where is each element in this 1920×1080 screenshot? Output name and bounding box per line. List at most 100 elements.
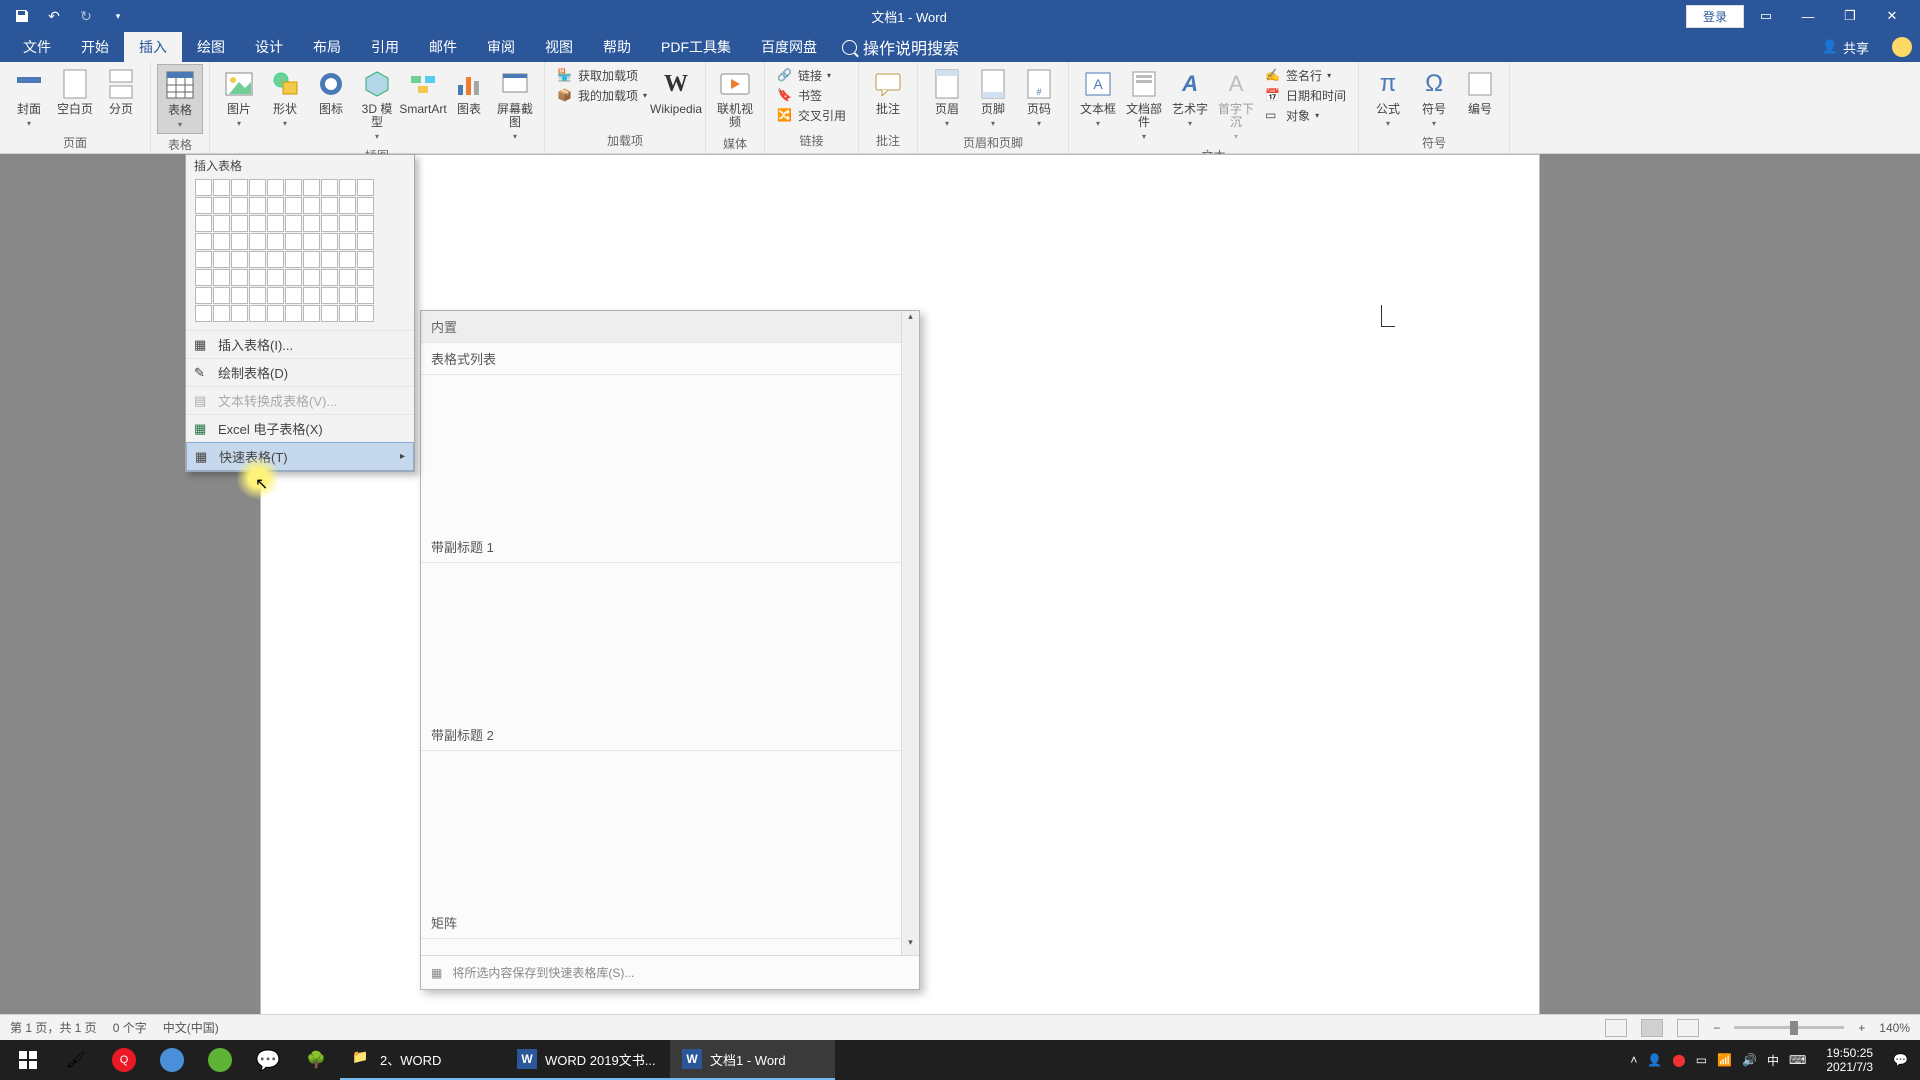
grid-cell[interactable] <box>303 251 320 268</box>
picture-button[interactable]: 图片▾ <box>216 64 262 132</box>
grid-cell[interactable] <box>267 197 284 214</box>
taskbar-app-5[interactable]: 💬 <box>244 1040 292 1080</box>
grid-cell[interactable] <box>249 287 266 304</box>
grid-cell[interactable] <box>249 197 266 214</box>
close-button[interactable]: ✕ <box>1872 3 1912 29</box>
tray-notifications-icon[interactable]: 💬 <box>1893 1053 1908 1067</box>
header-button[interactable]: 页眉▾ <box>924 64 970 132</box>
grid-cell[interactable] <box>357 251 374 268</box>
grid-cell[interactable] <box>195 287 212 304</box>
blank-page-button[interactable]: 空白页 <box>52 64 98 120</box>
grid-cell[interactable] <box>339 287 356 304</box>
print-layout-button[interactable] <box>1641 1019 1663 1037</box>
tray-record-icon[interactable]: ⬤ <box>1672 1053 1685 1067</box>
grid-cell[interactable] <box>321 215 338 232</box>
grid-cell[interactable] <box>321 251 338 268</box>
insert-table-menuitem[interactable]: ▦插入表格(I)... <box>186 330 414 358</box>
tab-layout[interactable]: 布局 <box>298 32 356 62</box>
grid-cell[interactable] <box>321 269 338 286</box>
grid-cell[interactable] <box>303 215 320 232</box>
grid-cell[interactable] <box>339 179 356 196</box>
icons-button[interactable]: 图标 <box>308 64 354 120</box>
tab-baidu[interactable]: 百度网盘 <box>746 32 832 62</box>
excel-spreadsheet-menuitem[interactable]: ▦Excel 电子表格(X) <box>186 414 414 442</box>
grid-cell[interactable] <box>357 287 374 304</box>
tab-pdf[interactable]: PDF工具集 <box>646 32 746 62</box>
grid-cell[interactable] <box>267 269 284 286</box>
tab-draw[interactable]: 绘图 <box>182 32 240 62</box>
grid-cell[interactable] <box>249 179 266 196</box>
taskbar-app-2[interactable]: Q <box>100 1040 148 1080</box>
grid-cell[interactable] <box>213 233 230 250</box>
quicktable-item-2[interactable] <box>421 563 919 719</box>
equation-button[interactable]: π公式▾ <box>1365 64 1411 132</box>
taskbar-app-4[interactable] <box>196 1040 244 1080</box>
tell-me-search[interactable]: 操作说明搜索 <box>842 32 959 62</box>
grid-cell[interactable] <box>231 305 248 322</box>
grid-cell[interactable] <box>339 233 356 250</box>
zoom-in-button[interactable]: + <box>1858 1021 1865 1035</box>
datetime-button[interactable]: 📅日期和时间 <box>1263 86 1348 105</box>
grid-cell[interactable] <box>267 251 284 268</box>
login-button[interactable]: 登录 <box>1686 5 1744 28</box>
grid-cell[interactable] <box>213 197 230 214</box>
tray-wifi-icon[interactable]: 📶 <box>1717 1053 1732 1067</box>
chart-button[interactable]: 图表 <box>446 64 492 120</box>
get-addins-button[interactable]: 🏪获取加载项 <box>555 66 649 85</box>
cover-page-button[interactable]: 封面▾ <box>6 64 52 132</box>
grid-cell[interactable] <box>267 215 284 232</box>
web-layout-button[interactable] <box>1677 1019 1699 1037</box>
grid-cell[interactable] <box>213 251 230 268</box>
tab-review[interactable]: 审阅 <box>472 32 530 62</box>
screenshot-button[interactable]: 屏幕截图▾ <box>492 64 538 145</box>
grid-cell[interactable] <box>321 197 338 214</box>
grid-cell[interactable] <box>321 233 338 250</box>
bookmark-button[interactable]: 🔖书签 <box>775 86 848 105</box>
grid-cell[interactable] <box>357 197 374 214</box>
read-mode-button[interactable] <box>1605 1019 1627 1037</box>
zoom-slider[interactable] <box>1734 1026 1844 1029</box>
quickparts-button[interactable]: 文档部件▾ <box>1121 64 1167 145</box>
tray-chevron-icon[interactable]: ˄ <box>1630 1053 1637 1067</box>
grid-cell[interactable] <box>249 269 266 286</box>
grid-cell[interactable] <box>267 179 284 196</box>
draw-table-menuitem[interactable]: ✎绘制表格(D) <box>186 358 414 386</box>
grid-cell[interactable] <box>285 251 302 268</box>
object-button[interactable]: ▭对象 ▾ <box>1263 106 1348 125</box>
tab-help[interactable]: 帮助 <box>588 32 646 62</box>
grid-cell[interactable] <box>195 179 212 196</box>
table-button[interactable]: 表格▾ <box>157 64 203 134</box>
grid-cell[interactable] <box>303 233 320 250</box>
grid-cell[interactable] <box>285 233 302 250</box>
grid-cell[interactable] <box>231 269 248 286</box>
tray-people-icon[interactable]: 👤 <box>1647 1053 1662 1067</box>
3dmodel-button[interactable]: 3D 模型▾ <box>354 64 400 145</box>
grid-cell[interactable] <box>231 233 248 250</box>
tab-home[interactable]: 开始 <box>66 32 124 62</box>
grid-cell[interactable] <box>213 179 230 196</box>
grid-cell[interactable] <box>357 233 374 250</box>
tray-clock[interactable]: 19:50:25 2021/7/3 <box>1816 1046 1883 1075</box>
online-video-button[interactable]: 联机视频 <box>712 64 758 133</box>
quicktable-item-1[interactable] <box>421 375 919 531</box>
grid-cell[interactable] <box>249 233 266 250</box>
footer-button[interactable]: 页脚▾ <box>970 64 1016 132</box>
grid-cell[interactable] <box>231 215 248 232</box>
taskbar-app-3[interactable] <box>148 1040 196 1080</box>
pagenum-button[interactable]: #页码▾ <box>1016 64 1062 132</box>
grid-cell[interactable] <box>303 197 320 214</box>
grid-cell[interactable] <box>195 269 212 286</box>
gallery-scrollbar[interactable]: ▴▾ <box>901 311 919 955</box>
grid-cell[interactable] <box>213 305 230 322</box>
grid-cell[interactable] <box>195 197 212 214</box>
grid-cell[interactable] <box>303 269 320 286</box>
grid-cell[interactable] <box>231 287 248 304</box>
zoom-out-button[interactable]: − <box>1713 1021 1720 1035</box>
tab-references[interactable]: 引用 <box>356 32 414 62</box>
grid-cell[interactable] <box>321 305 338 322</box>
grid-cell[interactable] <box>213 269 230 286</box>
grid-cell[interactable] <box>357 215 374 232</box>
tray-volume-icon[interactable]: 🔊 <box>1742 1053 1757 1067</box>
shapes-button[interactable]: 形状▾ <box>262 64 308 132</box>
grid-cell[interactable] <box>231 179 248 196</box>
